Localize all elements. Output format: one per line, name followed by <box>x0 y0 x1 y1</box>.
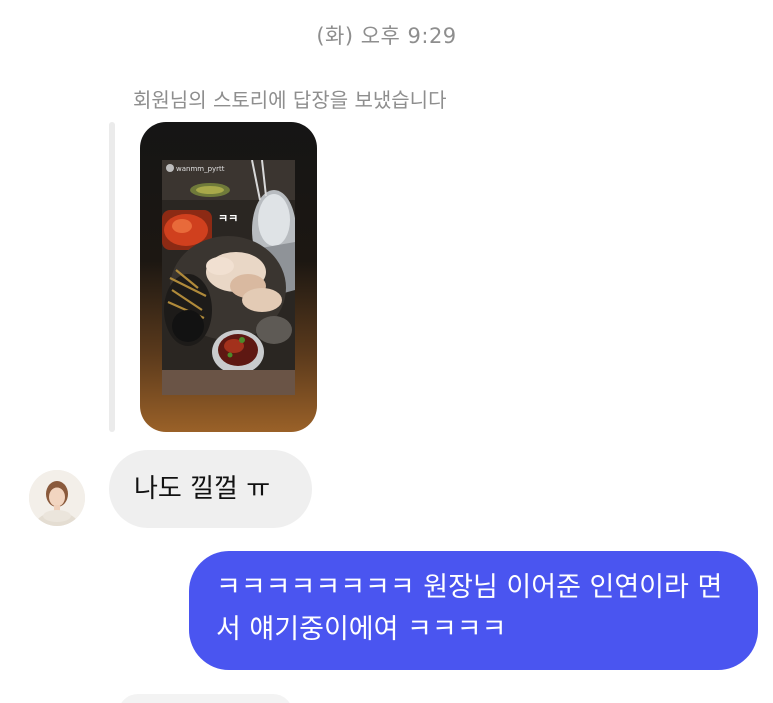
story-thumbnail[interactable]: wanmm_pyrtt ㅋㅋ <box>140 122 317 432</box>
story-quote-bar <box>109 122 115 432</box>
story-photo-icon <box>162 160 295 395</box>
avatar-photo-icon <box>29 470 85 526</box>
next-incoming-message <box>118 694 293 703</box>
story-username: wanmm_pyrtt <box>176 165 225 173</box>
story-sticker-text: ㅋㅋ <box>218 212 239 225</box>
sender-avatar[interactable] <box>29 470 85 526</box>
incoming-message[interactable]: 나도 낄껄 ㅠ <box>109 450 312 528</box>
dm-thread: (화) 오후 9:29 회원님의 스토리에 답장을 보냈습니다 wanmm_py… <box>0 0 773 703</box>
story-author-avatar <box>166 164 174 172</box>
message-timestamp: (화) 오후 9:29 <box>316 24 457 48</box>
outgoing-message[interactable]: ㅋㅋㅋㅋㅋㅋㅋㅋ 원장님 이어준 인연이라 면서 얘기중이에여 ㅋㅋㅋㅋ <box>189 551 758 670</box>
story-reply-note: 회원님의 스토리에 답장을 보냈습니다 <box>133 88 447 112</box>
